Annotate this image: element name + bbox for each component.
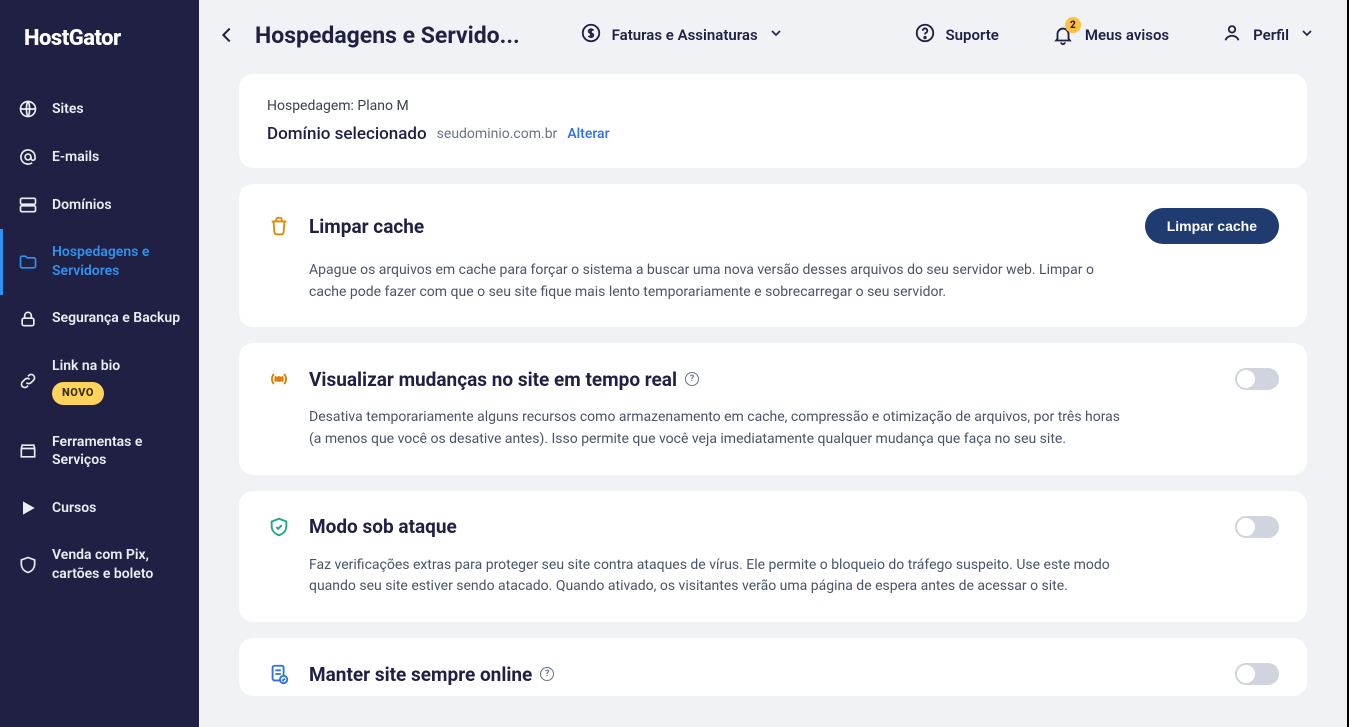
attack-desc: Faz verificações extras para proteger se… (309, 555, 1129, 598)
chevron-down-icon (1299, 25, 1315, 45)
sidebar-item-security[interactable]: Segurança e Backup (0, 295, 199, 343)
broadcast-icon (267, 367, 291, 391)
shield-icon (18, 555, 38, 575)
topbar-right: Suporte 2 Meus avisos Perfil (910, 14, 1319, 56)
help-tooltip-icon[interactable]: ? (685, 372, 699, 386)
sidebar-item-label: Hospedagens e Servidores (52, 243, 181, 281)
lock-icon (18, 309, 38, 329)
novo-badge: NOVO (52, 382, 104, 405)
sidebar-item-linkbio[interactable]: Link na bio NOVO (0, 343, 199, 419)
chevron-down-icon (768, 25, 784, 45)
always-online-title: Manter site sempre online ? (309, 663, 554, 686)
page-title: Hospedagens e Servido... (255, 22, 520, 49)
realtime-desc: Desativa temporariamente alguns recursos… (309, 407, 1129, 450)
notice-count-badge: 2 (1065, 17, 1081, 33)
topbar-profile-label: Perfil (1253, 26, 1289, 44)
sidebar-item-label: Link na bio NOVO (52, 357, 120, 405)
topbar-billing-label: Faturas e Assinaturas (612, 26, 758, 44)
attack-toggle[interactable] (1235, 516, 1279, 538)
play-icon (18, 498, 38, 518)
realtime-title: Visualizar mudanças no site em tempo rea… (309, 368, 699, 391)
hosting-plan-label: Hospedagem: Plano M (267, 98, 1279, 114)
topbar-support-label: Suporte (946, 26, 999, 44)
sidebar: HostGator Sites E-mails Domínios Hospeda… (0, 0, 199, 727)
globe-icon (18, 99, 38, 119)
realtime-card: Visualizar mudanças no site em tempo rea… (239, 343, 1307, 474)
sidebar-item-label: E-mails (52, 148, 99, 167)
store-icon (18, 441, 38, 461)
hosting-card: Hospedagem: Plano M Domínio selecionado … (239, 74, 1307, 168)
sidebar-item-hosting[interactable]: Hospedagens e Servidores (0, 229, 199, 295)
link-icon (18, 371, 38, 391)
sidebar-item-label: Venda com Pix, cartões e boleto (52, 546, 181, 584)
sidebar-item-sites[interactable]: Sites (0, 85, 199, 133)
sidebar-item-domains[interactable]: Domínios (0, 181, 199, 229)
domain-selected-value: seudominio.com.br (437, 126, 558, 142)
sidebar-item-payments[interactable]: Venda com Pix, cartões e boleto (0, 532, 199, 598)
brand-logo: HostGator (0, 0, 199, 85)
always-online-toggle[interactable] (1235, 663, 1279, 685)
nav: Sites E-mails Domínios Hospedagens e Ser… (0, 85, 199, 598)
clear-cache-button[interactable]: Limpar cache (1145, 208, 1279, 244)
topbar-notices[interactable]: 2 Meus avisos (1047, 15, 1173, 55)
attack-title: Modo sob ataque (309, 515, 457, 538)
help-tooltip-icon[interactable]: ? (540, 667, 554, 681)
back-button[interactable] (207, 15, 247, 55)
realtime-toggle[interactable] (1235, 368, 1279, 390)
shield-check-icon (267, 515, 291, 539)
always-online-card: Manter site sempre online ? (239, 638, 1307, 696)
topbar-support[interactable]: Suporte (910, 14, 1003, 56)
folder-icon (18, 252, 38, 272)
content: Hospedagem: Plano M Domínio selecionado … (199, 70, 1347, 727)
topbar-notices-label: Meus avisos (1085, 26, 1169, 44)
attack-mode-card: Modo sob ataque Faz verificações extras … (239, 491, 1307, 622)
change-domain-link[interactable]: Alterar (567, 126, 609, 142)
server-icon (18, 195, 38, 215)
topbar-left: Hospedagens e Servido... (207, 15, 520, 55)
bell-icon: 2 (1051, 23, 1075, 47)
clear-cache-title: Limpar cache (309, 215, 424, 238)
document-check-icon (267, 662, 291, 686)
help-icon (914, 22, 936, 48)
topbar-billing[interactable]: Faturas e Assinaturas (576, 14, 788, 56)
clear-cache-card: Limpar cache Limpar cache Apague os arqu… (239, 184, 1307, 327)
sidebar-item-label: Ferramentas e Serviços (52, 433, 181, 471)
sidebar-item-label: Segurança e Backup (52, 309, 180, 328)
sidebar-item-tools[interactable]: Ferramentas e Serviços (0, 419, 199, 485)
domain-selected-label: Domínio selecionado (267, 124, 427, 144)
sidebar-item-label: Cursos (52, 499, 96, 518)
trash-icon (267, 214, 291, 238)
sidebar-item-label: Domínios (52, 196, 112, 215)
main-area: Hospedagens e Servido... Faturas e Assin… (199, 0, 1349, 727)
sidebar-item-label: Sites (52, 100, 84, 119)
sidebar-item-emails[interactable]: E-mails (0, 133, 199, 181)
clear-cache-desc: Apague os arquivos em cache para forçar … (309, 260, 1129, 303)
topbar-profile[interactable]: Perfil (1217, 14, 1319, 56)
dollar-icon (580, 22, 602, 48)
user-icon (1221, 22, 1243, 48)
sidebar-item-courses[interactable]: Cursos (0, 484, 199, 532)
at-icon (18, 147, 38, 167)
topbar: Hospedagens e Servido... Faturas e Assin… (199, 0, 1347, 70)
